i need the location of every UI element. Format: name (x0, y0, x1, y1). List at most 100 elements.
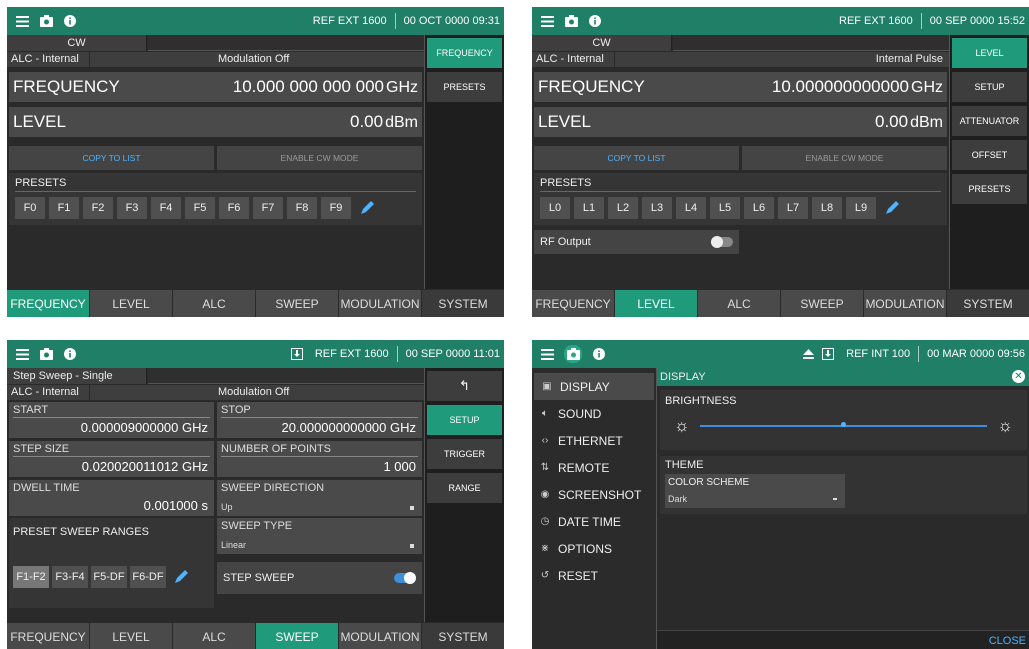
side-offset-button[interactable]: OFFSET (952, 140, 1027, 170)
preset-button[interactable]: F7 (253, 197, 283, 219)
eject-icon[interactable] (799, 348, 818, 360)
tab-modulation[interactable]: MODULATION (339, 623, 422, 649)
menu-icon[interactable] (15, 14, 29, 28)
range-button[interactable]: F5-DF (91, 566, 127, 588)
preset-button[interactable]: F1 (49, 197, 79, 219)
preset-button[interactable]: F0 (15, 197, 45, 219)
camera-icon[interactable] (564, 14, 578, 28)
preset-button[interactable]: F9 (321, 197, 351, 219)
tab-alc[interactable]: ALC (698, 290, 781, 317)
range-button[interactable]: F3-F4 (52, 566, 88, 588)
side-presets-button[interactable]: PRESETS (952, 174, 1027, 204)
tab-level[interactable]: LEVEL (615, 290, 698, 317)
preset-button[interactable]: L5 (710, 197, 740, 219)
frequency-row[interactable]: FREQUENCY 10.000 000 000 000 GHz (9, 72, 422, 102)
back-button[interactable]: ↰ (427, 371, 502, 401)
menu-item-screenshot[interactable]: ◉ SCREENSHOT (532, 481, 656, 508)
copy-to-list-button[interactable]: COPY TO LIST (534, 146, 739, 170)
side-setup-button[interactable]: SETUP (427, 405, 502, 435)
rf-output-row[interactable]: RF Output (534, 230, 739, 254)
preset-button[interactable]: F3 (117, 197, 147, 219)
enable-cw-mode-button[interactable]: ENABLE CW MODE (217, 146, 422, 170)
preset-button[interactable]: F8 (287, 197, 317, 219)
menu-item-options[interactable]: ⋇ OPTIONS (532, 535, 656, 562)
close-button[interactable]: CLOSE (989, 635, 1026, 647)
range-button[interactable]: F1-F2 (13, 566, 49, 588)
level-row[interactable]: LEVEL 0.00 dBm (9, 107, 422, 137)
preset-button[interactable]: L2 (608, 197, 638, 219)
frequency-row[interactable]: FREQUENCY 10.000000000000 GHz (534, 72, 947, 102)
copy-to-list-button[interactable]: COPY TO LIST (9, 146, 214, 170)
menu-icon[interactable] (540, 14, 554, 28)
preset-button[interactable]: L4 (676, 197, 706, 219)
preset-button[interactable]: L9 (846, 197, 876, 219)
side-presets-button[interactable]: PRESETS (427, 72, 502, 102)
info-icon[interactable] (588, 14, 602, 28)
tab-frequency[interactable]: FREQUENCY (532, 290, 615, 317)
tab-alc[interactable]: ALC (173, 290, 256, 317)
menu-icon[interactable] (15, 347, 29, 361)
tab-modulation[interactable]: MODULATION (864, 290, 947, 317)
menu-item-reset[interactable]: ↺ RESET (532, 562, 656, 589)
preset-button[interactable]: F2 (83, 197, 113, 219)
step-sweep-row[interactable]: STEP SWEEP (217, 562, 422, 594)
side-attenuator-button[interactable]: ATTENUATOR (952, 106, 1027, 136)
menu-item-display[interactable]: ▣ DISPLAY (534, 373, 654, 400)
tab-system[interactable]: SYSTEM (422, 623, 504, 649)
camera-icon[interactable] (564, 345, 582, 363)
pencil-icon[interactable] (355, 197, 379, 219)
side-range-button[interactable]: RANGE (427, 473, 502, 503)
camera-icon[interactable] (39, 14, 53, 28)
level-row[interactable]: LEVEL 0.00 dBm (534, 107, 947, 137)
number-of-points-field[interactable]: NUMBER OF POINTS 1 000 (217, 441, 422, 477)
sweep-direction-select[interactable]: SWEEP DIRECTION Up (217, 480, 422, 516)
tab-level[interactable]: LEVEL (90, 623, 173, 649)
menu-icon[interactable] (540, 347, 554, 361)
preset-button[interactable]: F5 (185, 197, 215, 219)
stop-field[interactable]: STOP 20.000000000000 GHz (217, 402, 422, 438)
tab-frequency[interactable]: FREQUENCY (7, 623, 90, 649)
side-setup-button[interactable]: SETUP (952, 72, 1027, 102)
tab-system[interactable]: SYSTEM (422, 290, 504, 317)
color-scheme-select[interactable]: COLOR SCHEME Dark (665, 474, 845, 508)
step-size-field[interactable]: STEP SIZE 0.020020011012 GHz (9, 441, 214, 477)
close-icon[interactable]: ✕ (1012, 370, 1025, 383)
tab-level[interactable]: LEVEL (90, 290, 173, 317)
menu-item-ethernet[interactable]: ‹› ETHERNET (532, 427, 656, 454)
menu-item-sound[interactable]: 🔈︎ SOUND (532, 400, 656, 427)
tab-sweep[interactable]: SWEEP (256, 290, 339, 317)
preset-button[interactable]: F6 (219, 197, 249, 219)
enable-cw-mode-button[interactable]: ENABLE CW MODE (742, 146, 947, 170)
pencil-icon[interactable] (169, 566, 193, 588)
tab-alc[interactable]: ALC (173, 623, 256, 649)
preset-button[interactable]: L1 (574, 197, 604, 219)
preset-button[interactable]: L7 (778, 197, 808, 219)
info-icon[interactable] (592, 347, 606, 361)
brightness-slider-handle[interactable] (841, 422, 846, 427)
preset-button[interactable]: F4 (151, 197, 181, 219)
menu-item-date-time[interactable]: ◷ DATE TIME (532, 508, 656, 535)
step-sweep-toggle[interactable] (394, 572, 416, 584)
preset-button[interactable]: L8 (812, 197, 842, 219)
tab-sweep[interactable]: SWEEP (256, 623, 339, 649)
tab-system[interactable]: SYSTEM (947, 290, 1029, 317)
menu-item-remote[interactable]: ⇅ REMOTE (532, 454, 656, 481)
info-icon[interactable] (63, 347, 77, 361)
tab-modulation[interactable]: MODULATION (339, 290, 422, 317)
preset-button[interactable]: L3 (642, 197, 672, 219)
preset-button[interactable]: L0 (540, 197, 570, 219)
range-button[interactable]: F6-DF (130, 566, 166, 588)
preset-button[interactable]: L6 (744, 197, 774, 219)
tab-sweep[interactable]: SWEEP (781, 290, 864, 317)
pencil-icon[interactable] (880, 197, 904, 219)
rf-output-toggle[interactable] (711, 236, 733, 248)
camera-icon[interactable] (39, 347, 53, 361)
start-field[interactable]: START 0.000009000000 GHz (9, 402, 214, 438)
side-trigger-button[interactable]: TRIGGER (427, 439, 502, 469)
dwell-time-field[interactable]: DWELL TIME 0.001000 s (9, 480, 214, 516)
sweep-type-select[interactable]: SWEEP TYPE Linear (217, 518, 422, 554)
side-frequency-button[interactable]: FREQUENCY (427, 38, 502, 68)
side-level-button[interactable]: LEVEL (952, 38, 1027, 68)
tab-frequency[interactable]: FREQUENCY (7, 290, 90, 317)
info-icon[interactable] (63, 14, 77, 28)
